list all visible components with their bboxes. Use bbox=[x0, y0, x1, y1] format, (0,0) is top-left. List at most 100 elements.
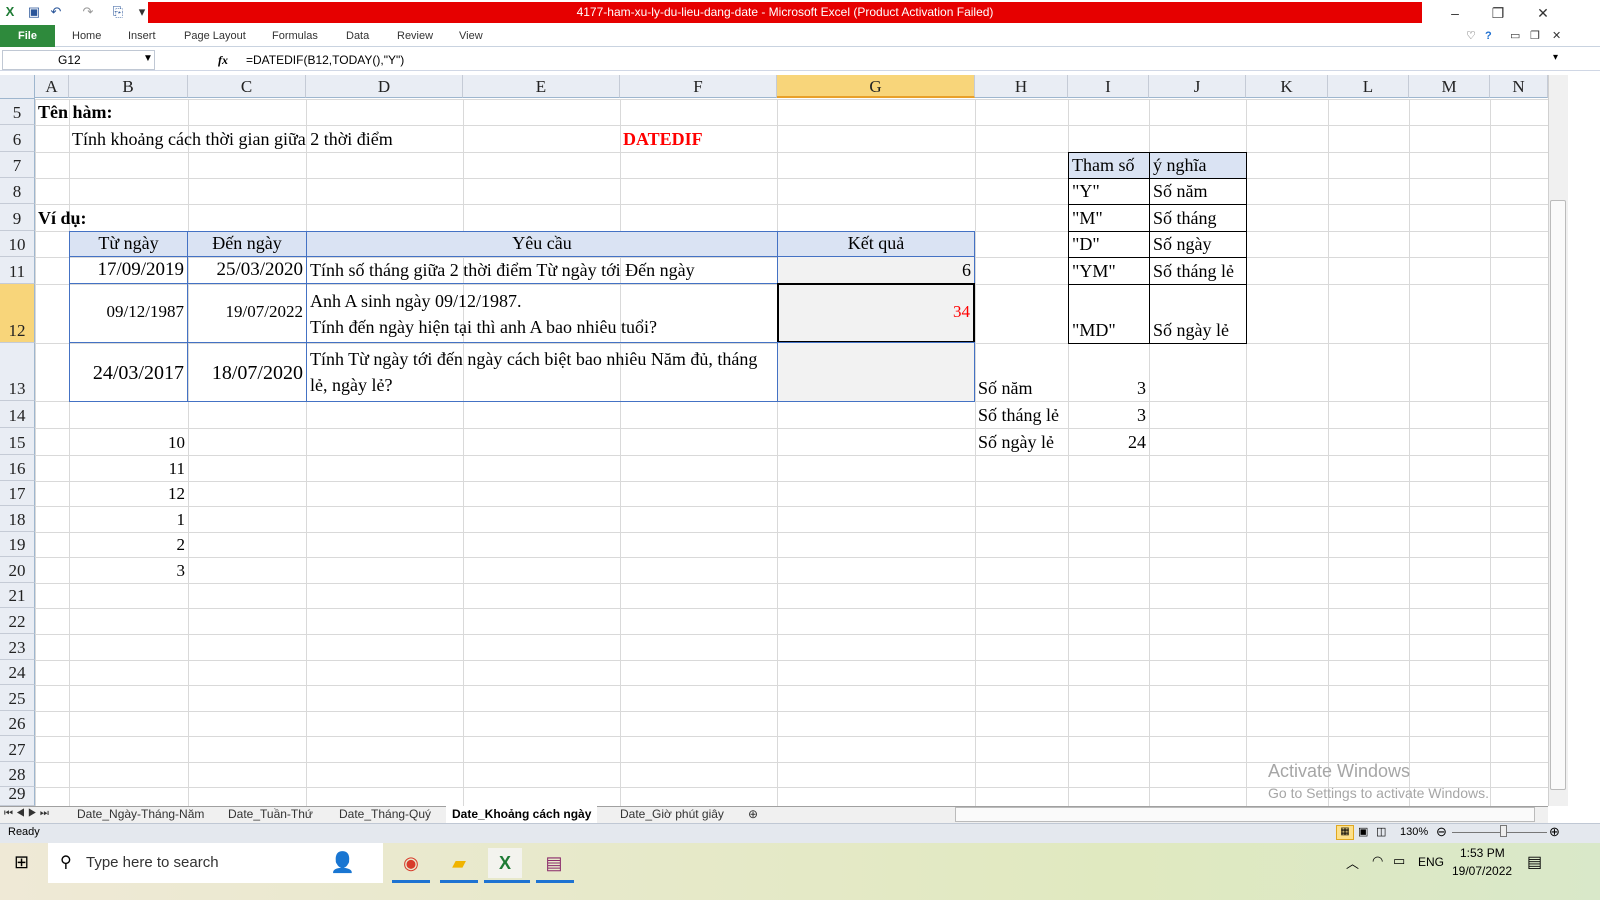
column-header-h[interactable]: H bbox=[975, 75, 1068, 98]
cell-d11[interactable]: Tính số tháng giữa 2 thời điểm Từ ngày t… bbox=[306, 256, 778, 284]
tray-chevron-icon[interactable]: ︿ bbox=[1346, 853, 1359, 872]
cell-b20[interactable]: 3 bbox=[69, 557, 188, 583]
summary-value[interactable]: 3 bbox=[1068, 401, 1149, 428]
horizontal-scrollbar[interactable] bbox=[955, 807, 1535, 822]
row-header-25[interactable]: 25 bbox=[0, 685, 35, 711]
excel-taskbar-icon[interactable]: X bbox=[488, 848, 522, 878]
column-header-c[interactable]: C bbox=[188, 75, 306, 98]
row-header-5[interactable]: 5 bbox=[0, 99, 35, 125]
cell-b11[interactable]: 17/09/2019 bbox=[69, 256, 188, 284]
workbook-minimize-icon[interactable]: ▭ bbox=[1510, 25, 1520, 47]
wifi-icon[interactable]: ◠ bbox=[1372, 853, 1383, 869]
row-header-24[interactable]: 24 bbox=[0, 660, 35, 685]
save-icon[interactable]: ▣ bbox=[26, 4, 42, 20]
row-header-13[interactable]: 13 bbox=[0, 343, 35, 401]
row-header-7[interactable]: 7 bbox=[0, 152, 35, 178]
clock-date[interactable]: 19/07/2022 bbox=[1452, 864, 1512, 878]
tab-review[interactable]: Review bbox=[397, 25, 433, 47]
param-cell[interactable]: "M" bbox=[1068, 204, 1150, 232]
row-header-17[interactable]: 17 bbox=[0, 481, 35, 506]
column-header-m[interactable]: M bbox=[1409, 75, 1490, 98]
column-header-l[interactable]: L bbox=[1328, 75, 1409, 98]
zoom-in-icon[interactable]: ⊕ bbox=[1549, 824, 1560, 840]
param-cell[interactable]: "D" bbox=[1068, 231, 1150, 258]
cell-b17[interactable]: 12 bbox=[69, 481, 188, 506]
column-header-f[interactable]: F bbox=[620, 75, 777, 98]
param-cell[interactable]: Số ngày bbox=[1149, 231, 1247, 258]
tab-data[interactable]: Data bbox=[346, 25, 369, 47]
column-header-n[interactable]: N bbox=[1490, 75, 1548, 98]
param-cell[interactable]: Số ngày lẻ bbox=[1149, 284, 1247, 344]
sheet-tab-active[interactable]: Date_Khoảng cách ngày bbox=[446, 806, 598, 823]
cell-c13[interactable]: 18/07/2020 bbox=[187, 342, 307, 402]
summary-value[interactable]: 3 bbox=[1068, 343, 1149, 401]
summary-value[interactable]: 24 bbox=[1068, 428, 1149, 455]
cell-b18[interactable]: 1 bbox=[69, 506, 188, 532]
cell-b16[interactable]: 11 bbox=[69, 455, 188, 481]
minimize-ribbon-icon[interactable]: ♡ bbox=[1466, 25, 1476, 47]
row-header-21[interactable]: 21 bbox=[0, 583, 35, 608]
param-cell[interactable]: "MD" bbox=[1068, 284, 1150, 344]
cell-b19[interactable]: 2 bbox=[69, 532, 188, 557]
column-header-e[interactable]: E bbox=[463, 75, 620, 98]
tab-view[interactable]: View bbox=[459, 25, 483, 47]
summary-label[interactable]: Số ngày lẻ bbox=[975, 428, 1057, 455]
sheet-nav-arrows[interactable]: ⏮◀▶⏭ bbox=[4, 806, 52, 823]
param-cell[interactable]: Số tháng lẻ bbox=[1149, 257, 1247, 285]
cell-b15[interactable]: 10 bbox=[69, 428, 188, 455]
param-cell[interactable]: "Y" bbox=[1068, 178, 1150, 205]
param-cell[interactable]: "YM" bbox=[1068, 257, 1150, 285]
undo-icon[interactable]: ↶ bbox=[48, 4, 64, 20]
row-header-19[interactable]: 19 bbox=[0, 532, 35, 557]
name-box-dropdown-icon[interactable]: ▼ bbox=[143, 53, 153, 64]
zoom-slider-thumb[interactable] bbox=[1500, 825, 1507, 837]
redo-icon[interactable]: ↷ bbox=[80, 4, 96, 20]
formula-input[interactable]: =DATEDIF(B12,TODAY(),"Y") bbox=[246, 50, 404, 70]
row-header-11[interactable]: 11 bbox=[0, 257, 35, 284]
cell-b13[interactable]: 24/03/2017 bbox=[69, 342, 188, 402]
row-header-26[interactable]: 26 bbox=[0, 711, 35, 736]
row-header-6[interactable]: 6 bbox=[0, 125, 35, 152]
sheet-tab-1[interactable]: Date_Ngày-Tháng-Năm bbox=[77, 806, 204, 823]
restore-button[interactable]: ❐ bbox=[1483, 3, 1513, 23]
battery-icon[interactable]: ▭ bbox=[1393, 853, 1405, 869]
row-header-16[interactable]: 16 bbox=[0, 455, 35, 481]
column-header-i[interactable]: I bbox=[1068, 75, 1149, 98]
notifications-icon[interactable]: ▤ bbox=[1527, 852, 1542, 872]
close-button[interactable]: ✕ bbox=[1528, 3, 1558, 23]
workbook-close-icon[interactable]: ✕ bbox=[1552, 25, 1561, 47]
cell-g13[interactable] bbox=[777, 342, 975, 402]
language-indicator[interactable]: ENG bbox=[1418, 855, 1444, 869]
column-header-b[interactable]: B bbox=[69, 75, 188, 98]
workbook-restore-icon[interactable]: ❐ bbox=[1530, 25, 1540, 47]
insert-function-icon[interactable]: fx bbox=[218, 50, 238, 70]
page-layout-view-icon[interactable]: ▣ bbox=[1358, 825, 1368, 838]
row-header-12[interactable]: 12 bbox=[0, 284, 35, 343]
chrome-icon[interactable]: ◉ bbox=[394, 848, 428, 878]
winrar-icon[interactable]: ▤ bbox=[537, 848, 571, 878]
row-header-18[interactable]: 18 bbox=[0, 506, 35, 532]
file-explorer-icon[interactable]: ▰ bbox=[442, 848, 476, 878]
minimize-button[interactable]: – bbox=[1440, 3, 1470, 23]
row-header-23[interactable]: 23 bbox=[0, 634, 35, 660]
column-header-k[interactable]: K bbox=[1246, 75, 1328, 98]
cell-b12[interactable]: 09/12/1987 bbox=[69, 283, 188, 343]
file-tab[interactable]: File bbox=[0, 25, 55, 47]
sheet-tab-2[interactable]: Date_Tuần-Thứ bbox=[228, 806, 313, 823]
summary-label[interactable]: Số năm bbox=[975, 343, 1036, 401]
param-cell[interactable]: Số tháng bbox=[1149, 204, 1247, 232]
windows-start-icon[interactable]: ⊞ bbox=[14, 852, 29, 873]
param-cell[interactable]: Số năm bbox=[1149, 178, 1247, 205]
cell-d13[interactable]: Tính Từ ngày tới đến ngày cách biệt bao … bbox=[306, 342, 778, 402]
cell-g11[interactable]: 6 bbox=[777, 256, 975, 284]
clock-time[interactable]: 1:53 PM bbox=[1460, 846, 1505, 860]
row-header-8[interactable]: 8 bbox=[0, 178, 35, 204]
tab-formulas[interactable]: Formulas bbox=[272, 25, 318, 47]
page-break-view-icon[interactable]: ◫ bbox=[1376, 825, 1386, 838]
sheet-tab-3[interactable]: Date_Tháng-Quý bbox=[339, 806, 431, 823]
summary-label[interactable]: Số tháng lẻ bbox=[975, 401, 1062, 428]
select-all-corner[interactable] bbox=[0, 75, 35, 99]
vertical-scroll-thumb[interactable] bbox=[1550, 200, 1566, 790]
row-header-27[interactable]: 27 bbox=[0, 736, 35, 762]
cell-g12-selected[interactable]: 34 bbox=[777, 283, 975, 343]
